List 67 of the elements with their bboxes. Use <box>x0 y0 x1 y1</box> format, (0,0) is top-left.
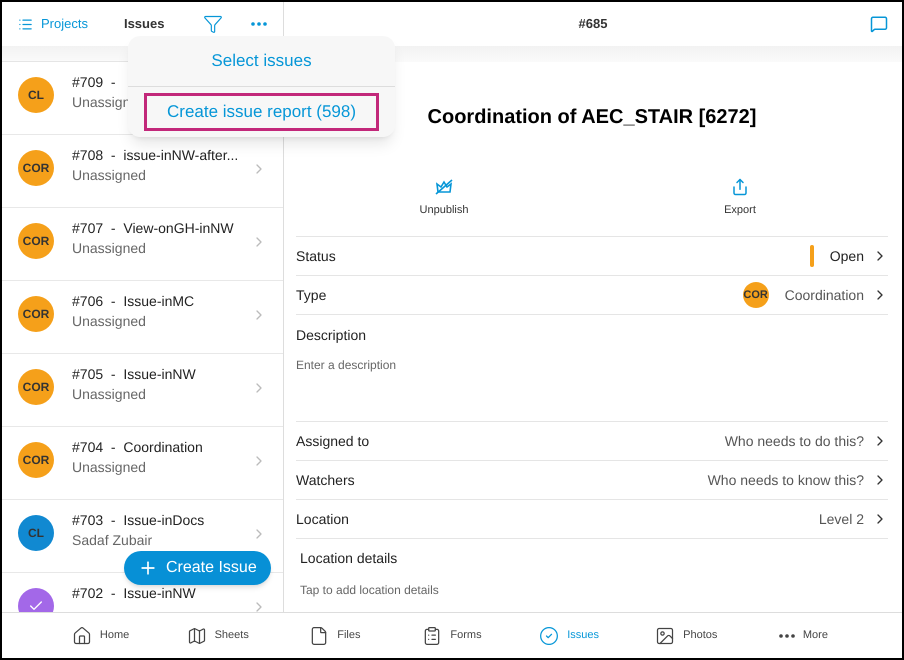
field-value: Coordination <box>784 286 864 304</box>
crown-slash-icon <box>434 178 454 196</box>
field-value: Who needs to do this? <box>724 432 864 450</box>
avatar-badge: COR <box>742 282 769 308</box>
issue-title[interactable]: #704 - Coordination <box>72 439 203 455</box>
location-details-field[interactable]: Tap to add location details <box>300 581 888 599</box>
issue-assignee: Sadaf Zubair <box>72 532 152 548</box>
clipboard-icon <box>422 626 442 646</box>
check-circle-icon <box>539 626 560 646</box>
issue-title[interactable]: #703 - Issue-inDocs <box>72 512 204 528</box>
issue-assignee: Unassigned <box>72 313 146 329</box>
field-row[interactable]: Assigned to Who needs to do this? <box>296 422 888 461</box>
field-value: Who needs to know this? <box>708 470 864 490</box>
avatar-badge: COR <box>18 223 54 259</box>
field-row[interactable]: Watchers Who needs to know this? <box>296 461 888 500</box>
nav-tab[interactable]: Home <box>42 626 160 646</box>
avatar-badge: COR <box>18 296 54 332</box>
action-button[interactable]: Export <box>592 172 888 224</box>
photo-icon <box>655 626 676 646</box>
field-label: Location details <box>300 549 398 568</box>
file-icon <box>309 626 330 646</box>
comment-icon[interactable] <box>870 15 888 33</box>
field-label: Status <box>296 246 336 266</box>
issue-assignee: Unassigned <box>72 459 146 475</box>
issue-title[interactable]: #709 - <box>72 74 116 90</box>
field-label: Location <box>296 510 349 528</box>
avatar-badge: COR <box>18 369 54 405</box>
home-icon <box>72 626 92 646</box>
issue-number: #685 <box>578 15 608 34</box>
nav-tab[interactable]: Photos <box>628 626 745 646</box>
issue-assignee: Unassigned <box>72 386 146 402</box>
field-value: Level 2 <box>818 510 864 528</box>
field-row[interactable]: Status Open <box>296 237 888 276</box>
more-icon <box>778 634 795 638</box>
issue-title[interactable]: #702 - Issue-inNW <box>72 585 196 601</box>
avatar-badge: CL <box>18 515 54 551</box>
field-label: Assigned to <box>296 432 370 451</box>
share-icon <box>731 178 749 196</box>
issue-assignee: Unassigned <box>72 167 146 183</box>
create-issue-button[interactable]: Create Issue <box>124 551 271 585</box>
nav-tab[interactable]: Files <box>276 626 394 646</box>
filter-icon[interactable] <box>203 14 223 34</box>
field-row[interactable]: Location Level 2 <box>296 500 888 539</box>
avatar-badge: CL <box>18 77 54 113</box>
action-button[interactable]: Unpublish <box>296 172 592 224</box>
issue-title[interactable]: #706 - Issue-inMC <box>72 293 194 309</box>
field-label: Watchers <box>296 470 355 490</box>
description-field[interactable]: Enter a description <box>296 356 888 406</box>
nav-tab[interactable]: Sheets <box>159 626 276 646</box>
issue-heading: Coordination of AEC_STAIR [6272] <box>428 105 756 130</box>
field-row[interactable]: Type COR Coordination <box>296 276 888 315</box>
issue-assignee: Unassign <box>72 94 130 110</box>
list-icon <box>18 16 33 32</box>
nav-tab[interactable]: More <box>744 627 862 644</box>
issue-title[interactable]: #708 - issue-inNW-after... <box>72 147 238 163</box>
avatar-badge: COR <box>18 442 54 478</box>
sheet-icon <box>186 626 207 646</box>
more-icon <box>251 22 267 26</box>
issue-assignee: Unassigned <box>72 240 146 256</box>
field-label: Type <box>296 286 326 305</box>
issue-title[interactable]: #705 - Issue-inNW <box>72 366 196 382</box>
nav-tab[interactable]: Forms <box>393 626 511 646</box>
field-value: Open <box>830 246 864 266</box>
issue-title[interactable]: #707 - View-onGH-inNW <box>72 220 234 236</box>
avatar-badge: COR <box>18 150 54 186</box>
panel-title: Issues <box>124 15 164 34</box>
field-label: Description <box>296 326 368 345</box>
